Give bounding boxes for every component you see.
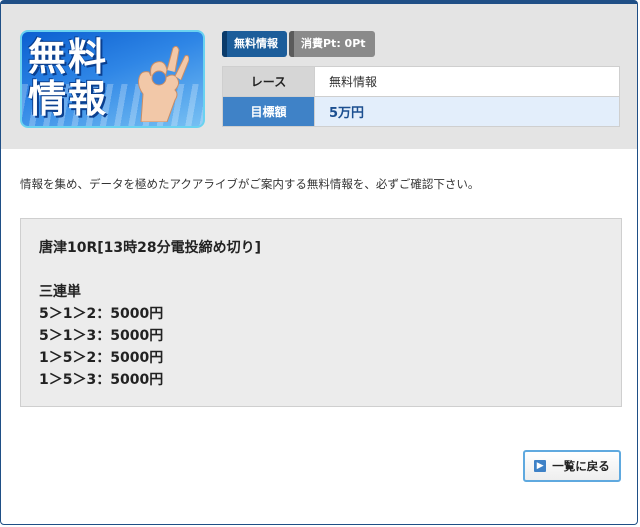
logo-line-2: 情報: [28, 77, 109, 121]
intro-text: 情報を集め、データを極めたアクアライブがご案内する無料情報を、必ずご確認下さい。: [20, 177, 480, 191]
cost-points-badge: 消費Pt: 0Pt: [289, 31, 375, 57]
ok-hand-icon: [138, 45, 189, 122]
race-label: レース: [222, 66, 315, 97]
back-to-list-button[interactable]: ▶ 一覧に戻る: [523, 450, 621, 482]
pick-line: 5＞1＞2：5000円: [39, 306, 164, 322]
logo-line-1: 無料: [28, 35, 109, 79]
free-info-thumbnail: 無料 情報: [20, 30, 205, 128]
chevron-right-icon: ▶: [534, 460, 547, 472]
race-value: 無料情報: [314, 66, 620, 97]
badges: 無料情報 消費Pt: 0Pt: [222, 31, 375, 57]
back-button-label: 一覧に戻る: [552, 459, 610, 473]
race-row: レース 無料情報: [222, 66, 620, 97]
prediction-box: 唐津10R[13時28分電投締め切り] 三連単 5＞1＞2：5000円 5＞1＞…: [20, 218, 622, 407]
target-value: 5万円: [314, 96, 620, 127]
target-row: 目標額 5万円: [222, 96, 620, 127]
pick-line: 1＞5＞2：5000円: [39, 350, 164, 366]
info-table: レース 無料情報 目標額 5万円: [222, 66, 620, 127]
page-frame: 無料 情報 無料情報 消費Pt: 0Pt レース 無料情報 目標額 5万円 情報を…: [0, 0, 638, 525]
target-label: 目標額: [222, 96, 315, 127]
pick-line: 5＞1＞3：5000円: [39, 328, 164, 344]
free-info-badge: 無料情報: [222, 31, 287, 57]
thumbnail-logo-text: 無料 情報: [28, 36, 108, 120]
race-title: 唐津10R[13時28分電投締め切り]: [39, 240, 262, 256]
pick-line: 1＞5＞3：5000円: [39, 372, 164, 388]
bet-type: 三連単: [39, 284, 81, 300]
